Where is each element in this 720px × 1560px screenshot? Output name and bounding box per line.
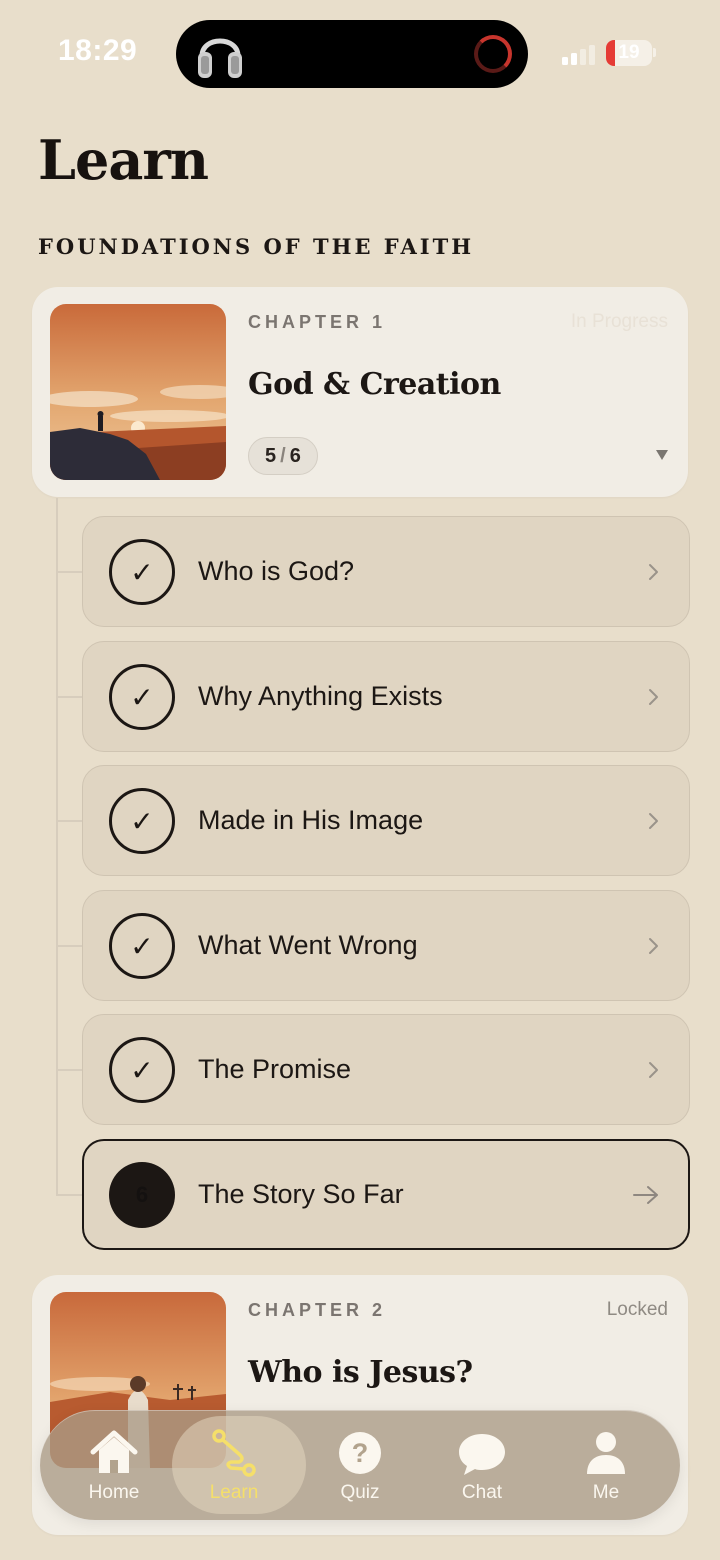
tab-label: Quiz bbox=[340, 1482, 380, 1503]
chapter-card-1[interactable]: CHAPTER 1 In Progress God & Creation 5/6 bbox=[32, 287, 688, 497]
lesson-tree-line bbox=[56, 498, 58, 1195]
lesson-tree-branch bbox=[56, 1069, 82, 1071]
arrow-right-icon bbox=[633, 1186, 658, 1204]
lesson-title: What Went Wrong bbox=[198, 930, 418, 960]
chapter-status: In Progress bbox=[570, 311, 668, 332]
battery-icon: 19 bbox=[606, 40, 652, 66]
lesson-item[interactable]: ✓ Made in His Image bbox=[82, 765, 690, 876]
lesson-tree-branch bbox=[56, 571, 82, 573]
status-time: 18:29 bbox=[58, 34, 138, 67]
lesson-tree-branch bbox=[56, 820, 82, 822]
progress-total: 6 bbox=[289, 445, 301, 467]
section-title: FOUNDATIONS OF THE FAITH bbox=[38, 234, 475, 259]
page-title: Learn bbox=[38, 128, 209, 192]
tab-me[interactable]: Me bbox=[542, 1410, 670, 1520]
tab-chat[interactable]: Chat bbox=[418, 1410, 546, 1520]
progress-done: 5 bbox=[265, 445, 277, 467]
lesson-title: The Story So Far bbox=[198, 1179, 404, 1209]
chevron-right-icon bbox=[649, 938, 658, 954]
lesson-item[interactable]: ✓ What Went Wrong bbox=[82, 890, 690, 1001]
lesson-title: Who is God? bbox=[198, 556, 355, 586]
tab-home[interactable]: Home bbox=[50, 1410, 178, 1520]
tab-label: Learn bbox=[209, 1482, 259, 1503]
tab-learn[interactable]: Learn bbox=[170, 1410, 306, 1520]
lesson-item[interactable]: 6 The Story So Far bbox=[82, 1139, 690, 1250]
chapter-label: CHAPTER 2 bbox=[248, 1300, 387, 1320]
route-icon bbox=[212, 1429, 256, 1477]
lesson-complete-check-icon: ✓ bbox=[109, 913, 175, 979]
tab-quiz[interactable]: ? Quiz bbox=[296, 1410, 424, 1520]
chevron-right-icon bbox=[649, 564, 658, 580]
chevron-right-icon bbox=[649, 1062, 658, 1078]
chevron-right-icon bbox=[649, 689, 658, 705]
lesson-complete-check-icon: ✓ bbox=[109, 788, 175, 854]
lesson-tree-branch bbox=[56, 696, 82, 698]
lesson-item[interactable]: ✓ Who is God? bbox=[82, 516, 690, 627]
chat-bubble-icon bbox=[459, 1434, 505, 1475]
headphones-icon bbox=[198, 38, 242, 78]
tab-bar: Home Learn ? Quiz Chat Me bbox=[40, 1410, 680, 1520]
lesson-title: Made in His Image bbox=[198, 805, 424, 835]
lesson-complete-check-icon: ✓ bbox=[109, 664, 175, 730]
lesson-title: The Promise bbox=[198, 1054, 352, 1084]
lesson-item[interactable]: ✓ The Promise bbox=[82, 1014, 690, 1125]
lesson-title: Why Anything Exists bbox=[198, 681, 443, 711]
chevron-down-icon[interactable] bbox=[656, 450, 668, 460]
tab-label: Me bbox=[592, 1482, 620, 1503]
activity-ring-icon bbox=[474, 35, 512, 73]
battery-level: 19 bbox=[618, 42, 640, 63]
chapter-label: CHAPTER 1 bbox=[248, 312, 387, 332]
chevron-right-icon bbox=[649, 813, 658, 829]
chapter-artwork bbox=[50, 304, 226, 480]
lesson-tree-branch bbox=[56, 945, 82, 947]
lesson-item[interactable]: ✓ Why Anything Exists bbox=[82, 641, 690, 752]
lesson-tree-branch bbox=[56, 1194, 82, 1196]
svg-text:?: ? bbox=[352, 1438, 369, 1468]
chapter-title: Who is Jesus? bbox=[248, 1355, 473, 1390]
person-icon bbox=[587, 1432, 625, 1474]
home-icon bbox=[90, 1430, 138, 1473]
chapter-progress-badge: 5/6 bbox=[248, 437, 318, 475]
question-icon: ? bbox=[339, 1432, 381, 1474]
tab-label: Home bbox=[88, 1482, 140, 1503]
tab-label: Chat bbox=[461, 1482, 503, 1503]
sunset-landscape-image bbox=[50, 304, 226, 480]
lesson-complete-check-icon: ✓ bbox=[109, 1037, 175, 1103]
lesson-complete-check-icon: ✓ bbox=[109, 539, 175, 605]
battery-nub bbox=[653, 48, 656, 57]
signal-icon bbox=[562, 45, 595, 65]
progress-separator: / bbox=[280, 445, 286, 467]
chapter-status: Locked bbox=[606, 1299, 668, 1320]
lesson-number-badge: 6 bbox=[109, 1162, 175, 1228]
chapter-title: God & Creation bbox=[248, 367, 501, 402]
